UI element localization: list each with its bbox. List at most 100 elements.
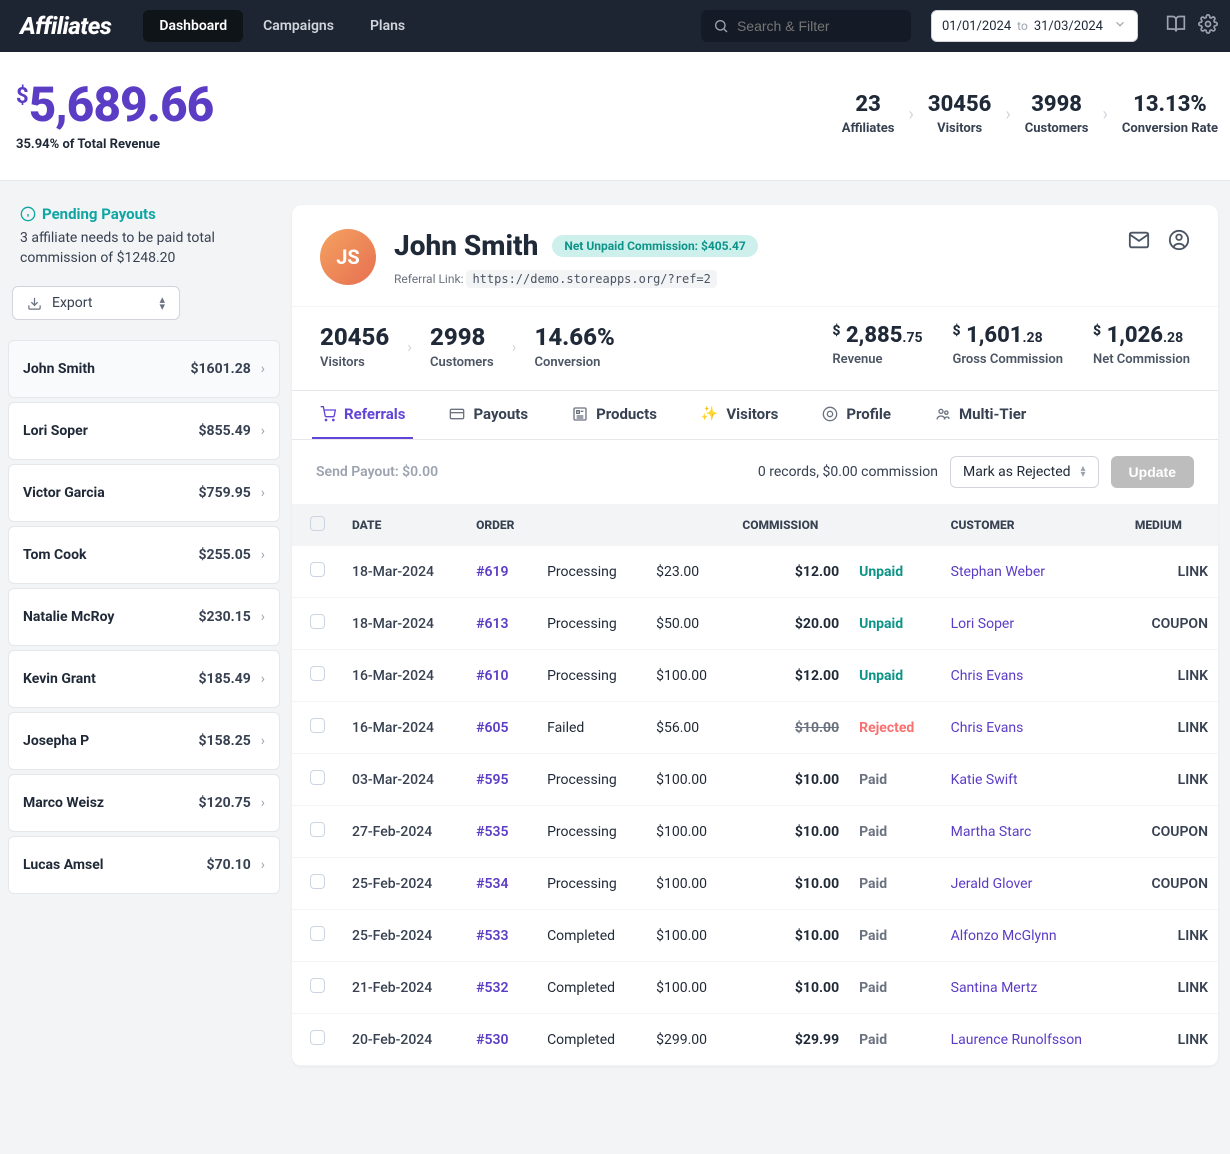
money-label: Revenue xyxy=(832,352,922,367)
cell-order-status: Completed xyxy=(537,962,646,1014)
cell-amount: $100.00 xyxy=(646,650,732,702)
cell-amount: $100.00 xyxy=(646,858,732,910)
mail-icon[interactable] xyxy=(1128,229,1150,255)
cell-date: 20-Feb-2024 xyxy=(342,1014,466,1066)
affiliate-amount: $185.49 xyxy=(199,671,251,687)
customer-link[interactable]: Laurence Runolfsson xyxy=(951,1032,1082,1048)
detail-kpi-conversion: 14.66%Conversion xyxy=(534,323,614,370)
customer-link[interactable]: Stephan Weber xyxy=(951,564,1045,580)
mark-dropdown[interactable]: Mark as Rejected ▴▾ xyxy=(950,456,1099,488)
customer-link[interactable]: Alfonzo McGlynn xyxy=(951,928,1057,944)
book-icon[interactable] xyxy=(1166,14,1186,38)
ref-url[interactable]: https://demo.storeapps.org/?ref=2 xyxy=(466,270,716,288)
col-medium: MEDIUM xyxy=(1125,504,1218,546)
affiliate-row[interactable]: Victor Garcia $759.95 › xyxy=(8,464,280,522)
customer-link[interactable]: Chris Evans xyxy=(951,668,1024,684)
affiliate-name: Josepha P xyxy=(23,733,89,749)
kpi-customers: 3998Customers xyxy=(1025,92,1089,136)
row-checkbox[interactable] xyxy=(310,770,325,785)
cell-order: #533 xyxy=(466,910,537,962)
money-value: $ 1,601.28 xyxy=(953,323,1064,348)
table-row: 16-Mar-2024 #610 Processing $100.00 $12.… xyxy=(292,650,1218,702)
tab-referrals[interactable]: Referrals xyxy=(312,391,413,439)
table-row: 27-Feb-2024 #535 Processing $100.00 $10.… xyxy=(292,806,1218,858)
affiliate-row[interactable]: Marco Weisz $120.75 › xyxy=(8,774,280,832)
sidebar-desc: 3 affiliate needs to be paid total commi… xyxy=(8,223,280,286)
send-payout-label[interactable]: Send Payout: $0.00 xyxy=(316,464,438,480)
money-gross-commission: $ 1,601.28Gross Commission xyxy=(953,323,1064,367)
nav-dashboard[interactable]: Dashboard xyxy=(143,10,243,42)
kpi-value: 3998 xyxy=(1025,92,1089,117)
affiliate-row[interactable]: Josepha P $158.25 › xyxy=(8,712,280,770)
order-link[interactable]: #534 xyxy=(476,876,508,892)
chevron-right-icon: › xyxy=(261,423,265,439)
export-button[interactable]: Export ▴▾ xyxy=(12,286,180,320)
cell-commission: $10.00 xyxy=(732,910,849,962)
order-link[interactable]: #619 xyxy=(476,564,508,580)
order-link[interactable]: #533 xyxy=(476,928,508,944)
search-box[interactable] xyxy=(701,10,911,42)
customer-link[interactable]: Santina Mertz xyxy=(951,980,1038,996)
order-link[interactable]: #613 xyxy=(476,616,508,632)
row-checkbox[interactable] xyxy=(310,926,325,941)
affiliate-name: Kevin Grant xyxy=(23,671,96,687)
cell-order: #613 xyxy=(466,598,537,650)
cell-commission: $10.00 xyxy=(732,806,849,858)
row-checkbox[interactable] xyxy=(310,614,325,629)
row-checkbox[interactable] xyxy=(310,822,325,837)
tab-visitors[interactable]: ✨Visitors xyxy=(693,391,786,439)
customer-link[interactable]: Jerald Glover xyxy=(951,876,1033,892)
customer-link[interactable]: Chris Evans xyxy=(951,720,1024,736)
cell-order-status: Failed xyxy=(537,702,646,754)
cell-medium: COUPON xyxy=(1125,598,1218,650)
row-checkbox[interactable] xyxy=(310,978,325,993)
order-link[interactable]: #530 xyxy=(476,1032,508,1048)
user-circle-icon[interactable] xyxy=(1168,229,1190,255)
date-range-picker[interactable]: 01/01/2024 to 31/03/2024 xyxy=(931,10,1138,42)
revenue-subtitle: 35.94% of Total Revenue xyxy=(16,137,213,152)
customer-link[interactable]: Katie Swift xyxy=(951,772,1018,788)
cell-order-status: Completed xyxy=(537,1014,646,1066)
affiliate-row[interactable]: Lori Soper $855.49 › xyxy=(8,402,280,460)
cell-order: #534 xyxy=(466,858,537,910)
tab-multi-tier[interactable]: Multi-Tier xyxy=(927,391,1034,439)
row-checkbox[interactable] xyxy=(310,1030,325,1045)
tab-products[interactable]: Products xyxy=(564,391,665,439)
tab-label: Profile xyxy=(846,405,891,423)
order-link[interactable]: #595 xyxy=(476,772,508,788)
affiliate-row[interactable]: Tom Cook $255.05 › xyxy=(8,526,280,584)
affiliate-row[interactable]: Natalie McRoy $230.15 › xyxy=(8,588,280,646)
detail-head-icons xyxy=(1128,229,1190,255)
customer-link[interactable]: Martha Starc xyxy=(951,824,1032,840)
row-checkbox[interactable] xyxy=(310,562,325,577)
cell-comm-status: Paid xyxy=(849,858,941,910)
unpaid-commission-badge: Net Unpaid Commission: $405.47 xyxy=(552,235,757,257)
affiliate-name: John Smith xyxy=(23,361,95,377)
update-button[interactable]: Update xyxy=(1111,456,1194,488)
search-input[interactable] xyxy=(737,18,899,34)
order-link[interactable]: #532 xyxy=(476,980,508,996)
row-checkbox[interactable] xyxy=(310,666,325,681)
tab-profile[interactable]: Profile xyxy=(814,391,899,439)
detail-kpi-label: Conversion xyxy=(534,355,614,370)
cell-medium: LINK xyxy=(1125,1014,1218,1066)
affiliate-row[interactable]: Lucas Amsel $70.10 › xyxy=(8,836,280,894)
records-info: 0 records, $0.00 commission xyxy=(758,464,938,480)
cell-commission: $10.00 xyxy=(732,962,849,1014)
row-checkbox[interactable] xyxy=(310,874,325,889)
row-checkbox[interactable] xyxy=(310,718,325,733)
customer-link[interactable]: Lori Soper xyxy=(951,616,1014,632)
affiliate-row[interactable]: Kevin Grant $185.49 › xyxy=(8,650,280,708)
chevron-right-icon: › xyxy=(261,609,265,625)
order-link[interactable]: #605 xyxy=(476,720,508,736)
nav-campaigns[interactable]: Campaigns xyxy=(247,10,350,42)
tab-payouts[interactable]: Payouts xyxy=(441,391,536,439)
order-link[interactable]: #535 xyxy=(476,824,508,840)
checkbox-all[interactable] xyxy=(310,516,325,531)
cell-order: #530 xyxy=(466,1014,537,1066)
affiliate-row[interactable]: John Smith $1601.28 › xyxy=(8,340,280,398)
cell-comm-status: Paid xyxy=(849,1014,941,1066)
gear-icon[interactable] xyxy=(1198,14,1218,38)
order-link[interactable]: #610 xyxy=(476,668,508,684)
nav-plans[interactable]: Plans xyxy=(354,10,421,42)
